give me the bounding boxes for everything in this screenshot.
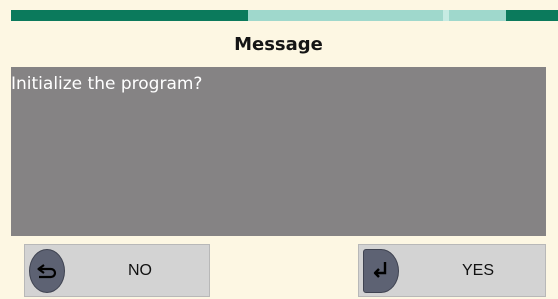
- yes-button[interactable]: YES: [358, 244, 546, 297]
- status-segment-dark: [11, 10, 248, 21]
- status-segment-dark-2: [506, 10, 558, 21]
- no-button[interactable]: NO: [24, 244, 210, 297]
- status-segment-light-2: [449, 10, 506, 21]
- status-segment-light: [248, 10, 443, 21]
- yes-button-label: YES: [462, 261, 495, 279]
- return-back-icon: [29, 249, 65, 293]
- header-status-bar: [11, 10, 558, 21]
- dialog-title: Message: [234, 33, 323, 55]
- enter-icon: [363, 249, 399, 293]
- message-text: Initialize the program?: [11, 74, 203, 94]
- no-button-label: NO: [128, 261, 152, 279]
- message-area: Initialize the program?: [11, 67, 546, 236]
